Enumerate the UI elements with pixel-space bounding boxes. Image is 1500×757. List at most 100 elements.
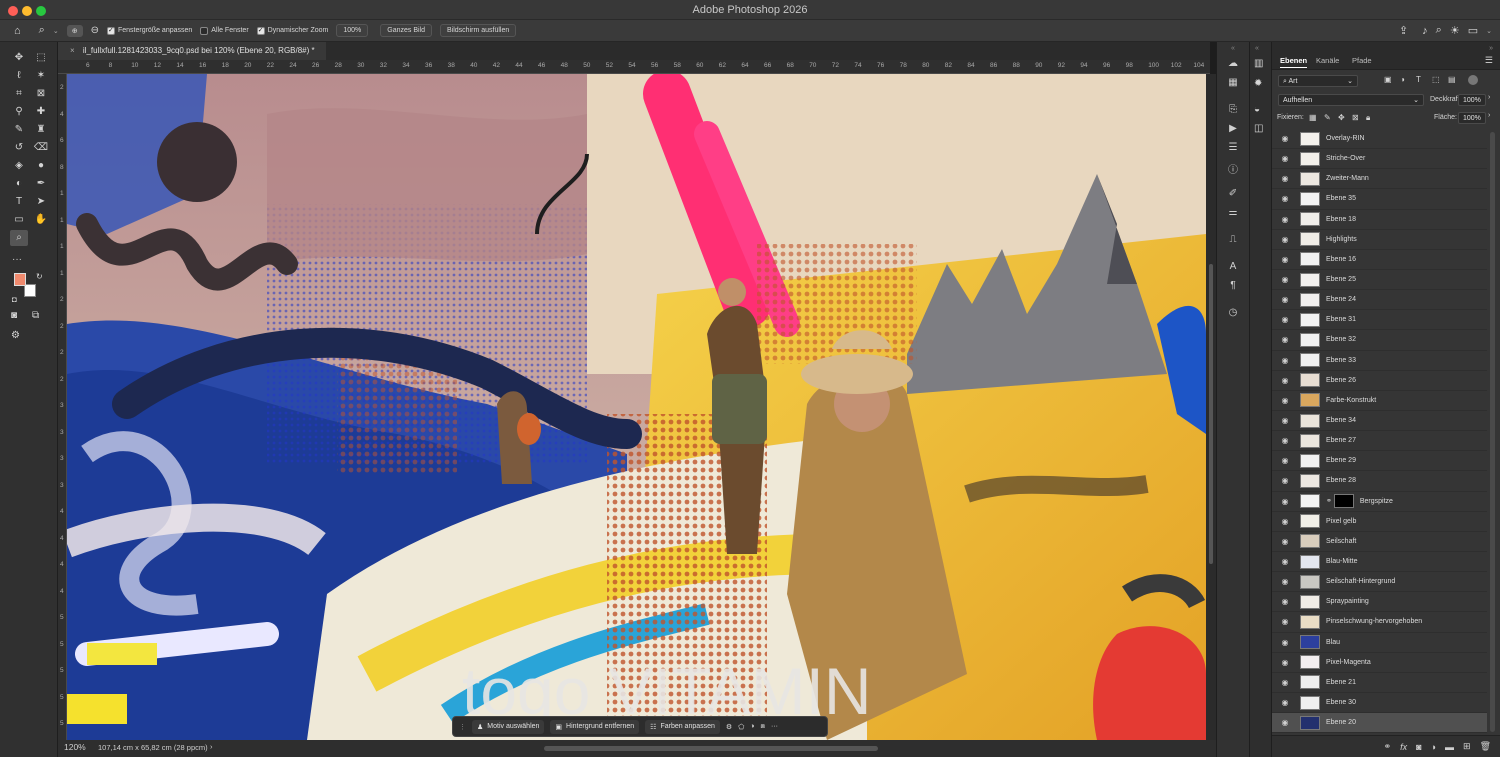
scrubby-zoom-checkbox[interactable]: ✓ Dynamischer Zoom [256, 26, 328, 35]
layer-row[interactable]: ◉ Pixel-Magenta [1272, 653, 1487, 673]
adjustments-icon[interactable]: ◒ [1254, 104, 1260, 115]
all-windows-checkbox[interactable]: Alle Fenster [200, 26, 249, 35]
layer-row[interactable]: ◉ Ebene 35 [1272, 189, 1487, 210]
layer-row[interactable]: ◉ ⚭ Bergspitze [1272, 492, 1487, 512]
fill-chevron-icon[interactable]: › [1488, 112, 1490, 119]
tab-paths[interactable]: Pfade [1352, 56, 1372, 65]
resize-windows-checkbox[interactable]: ✓ Fenstergröße anpassen [106, 26, 192, 35]
tab-channels[interactable]: Kanäle [1316, 56, 1339, 65]
filter-type-icon[interactable]: T [1416, 75, 1421, 84]
adjustment-icon[interactable]: ◑ [750, 723, 754, 730]
dodge-tool-icon[interactable]: ◐ [10, 176, 28, 192]
foreground-color-swatch[interactable] [14, 273, 26, 286]
visibility-eye-icon[interactable]: ◉ [1278, 617, 1292, 626]
lock-position-icon[interactable]: ✥ [1338, 113, 1345, 122]
layer-row[interactable]: ◉ Pinselschwung-hervorgehoben [1272, 612, 1487, 633]
brush-tool-icon[interactable]: ✎ [10, 122, 28, 138]
fill-screen-button[interactable]: Bildschirm ausfüllen [440, 24, 517, 37]
link-layers-icon[interactable]: ⚭ [1384, 741, 1392, 752]
magnifier-icon[interactable]: ⌕ [39, 24, 45, 37]
stamp-tool-icon[interactable]: ♜ [32, 122, 50, 138]
visibility-eye-icon[interactable]: ◉ [1278, 658, 1292, 667]
tab-layers[interactable]: Ebenen [1280, 56, 1308, 68]
magic-wand-icon[interactable]: ✶ [32, 68, 50, 84]
swatches-icon[interactable]: ▥ [1254, 58, 1263, 69]
paragraph-icon[interactable]: ¶ [1225, 280, 1241, 294]
layer-row[interactable]: ◉ Ebene 20 [1272, 713, 1487, 734]
zoom-in-icon[interactable]: ⊕ [66, 24, 83, 37]
vertical-scroll-thumb[interactable] [1209, 264, 1213, 564]
visibility-eye-icon[interactable]: ◉ [1278, 275, 1292, 284]
layer-row[interactable]: ◉ Striche-Over [1272, 149, 1487, 170]
grid-icon[interactable]: ▦ [1225, 77, 1241, 91]
more-options-icon[interactable]: ··· [771, 723, 778, 730]
layer-row[interactable]: ◉ Overlay-RIN [1272, 129, 1487, 150]
filter-smart-object-icon[interactable]: ▤ [1448, 75, 1456, 84]
visibility-eye-icon[interactable]: ◉ [1278, 396, 1292, 405]
marquee-tool-icon[interactable]: ⬚ [32, 50, 50, 66]
bell-icon[interactable]: ♪ [1422, 25, 1428, 37]
pen-tool-icon[interactable]: ✒ [32, 176, 50, 192]
character-icon[interactable]: A [1225, 261, 1241, 275]
layer-row[interactable]: ◉ Ebene 24 [1272, 290, 1487, 311]
visibility-eye-icon[interactable]: ◉ [1278, 698, 1292, 707]
adjust-colors-button[interactable]: ☷ Farben anpassen [645, 719, 720, 734]
info-icon[interactable]: ⓘ [1225, 161, 1241, 176]
default-colors-icon[interactable]: ◘ [12, 295, 17, 304]
collapse-panel-icon[interactable]: » [1489, 45, 1493, 52]
brush-settings-icon[interactable]: ✐ [1225, 188, 1241, 202]
layer-row[interactable]: ◉ Zweiter-Mann [1272, 169, 1487, 190]
visibility-eye-icon[interactable]: ◉ [1278, 577, 1292, 586]
layer-row[interactable]: ◉ Ebene 30 [1272, 693, 1487, 714]
transform-icon[interactable]: ⬠ [738, 723, 744, 731]
screen-mode-icon[interactable]: ⧉ [32, 310, 39, 321]
layer-row[interactable]: ◉ Seilschaft [1272, 532, 1487, 552]
layer-row[interactable]: ◉ Ebene 33 [1272, 351, 1487, 371]
libraries-icon[interactable]: ◫ [1254, 123, 1263, 134]
filter-pixel-icon[interactable]: ▣ [1384, 75, 1392, 84]
visibility-eye-icon[interactable]: ◉ [1278, 315, 1292, 324]
remove-background-button[interactable]: ▣ Hintergrund entfernen [550, 719, 640, 734]
rectangle-tool-icon[interactable]: ▭ [10, 212, 28, 228]
filter-kind-dropdown[interactable]: ⌕ Art ⌄ [1278, 75, 1358, 87]
swap-colors-icon[interactable]: ↻ [36, 272, 43, 281]
blur-tool-icon[interactable]: ● [32, 158, 50, 174]
sun-icon[interactable]: ✹ [1254, 78, 1262, 89]
visibility-eye-icon[interactable]: ◉ [1278, 718, 1292, 727]
layer-row[interactable]: ◉ Farbe-Konstrukt [1272, 391, 1487, 411]
opacity-chevron-icon[interactable]: › [1488, 94, 1490, 101]
horizontal-scroll-thumb[interactable] [544, 746, 878, 751]
collapse-arrows-icon[interactable]: « [1231, 45, 1235, 52]
visibility-eye-icon[interactable]: ◉ [1278, 557, 1292, 566]
collapse-arrows-2-icon[interactable]: « [1255, 45, 1259, 52]
mask-icon[interactable]: ⧈ [761, 723, 765, 731]
hand-tool-icon[interactable]: ✋ [32, 212, 50, 228]
workspace-chevron-icon[interactable]: ⌄ [1486, 27, 1492, 35]
new-adjustment-icon[interactable]: ◑ [1431, 742, 1436, 752]
layer-row[interactable]: ◉ Ebene 18 [1272, 210, 1487, 230]
cloud-icon[interactable]: ☁ [1225, 58, 1241, 72]
home-icon[interactable]: ⌂ [14, 25, 21, 37]
status-menu-arrow[interactable]: › [210, 742, 213, 751]
history-brush-icon[interactable]: ↺ [10, 140, 28, 156]
horizontal-ruler[interactable]: 6 8 10 12 14 16 18 20 22 24 26 28 30 32 34 36 38 40 42 44 46… [58, 60, 1210, 74]
zoom-tool-icon[interactable]: ⌕ [10, 230, 28, 246]
visibility-eye-icon[interactable]: ◉ [1278, 174, 1292, 183]
layer-row[interactable]: ◉ Ebene 32 [1272, 330, 1487, 351]
layer-row[interactable]: ◉ Ebene 31 [1272, 310, 1487, 331]
eraser-icon[interactable]: ⌫ [32, 140, 50, 156]
visibility-eye-icon[interactable]: ◉ [1278, 215, 1292, 224]
layer-row[interactable]: ◉ Ebene 28 [1272, 471, 1487, 492]
layer-list-scrollbar[interactable] [1490, 132, 1495, 732]
layer-row[interactable]: ◉ Spraypainting [1272, 592, 1487, 613]
visibility-eye-icon[interactable]: ◉ [1278, 154, 1292, 163]
sliders-icon[interactable]: ☰ [1225, 142, 1241, 156]
blend-mode-dropdown[interactable]: Aufhellen ⌄ [1278, 94, 1424, 106]
frame-tool-icon[interactable]: ⊠ [32, 86, 50, 102]
visibility-eye-icon[interactable]: ◉ [1278, 356, 1292, 365]
search-icon[interactable]: ⌕ [1436, 24, 1442, 37]
layer-row[interactable]: ◉ Ebene 21 [1272, 673, 1487, 693]
layer-row[interactable]: ◉ Ebene 16 [1272, 250, 1487, 270]
visibility-eye-icon[interactable]: ◉ [1278, 255, 1292, 264]
properties-icon[interactable]: ⚌ [1225, 207, 1241, 221]
